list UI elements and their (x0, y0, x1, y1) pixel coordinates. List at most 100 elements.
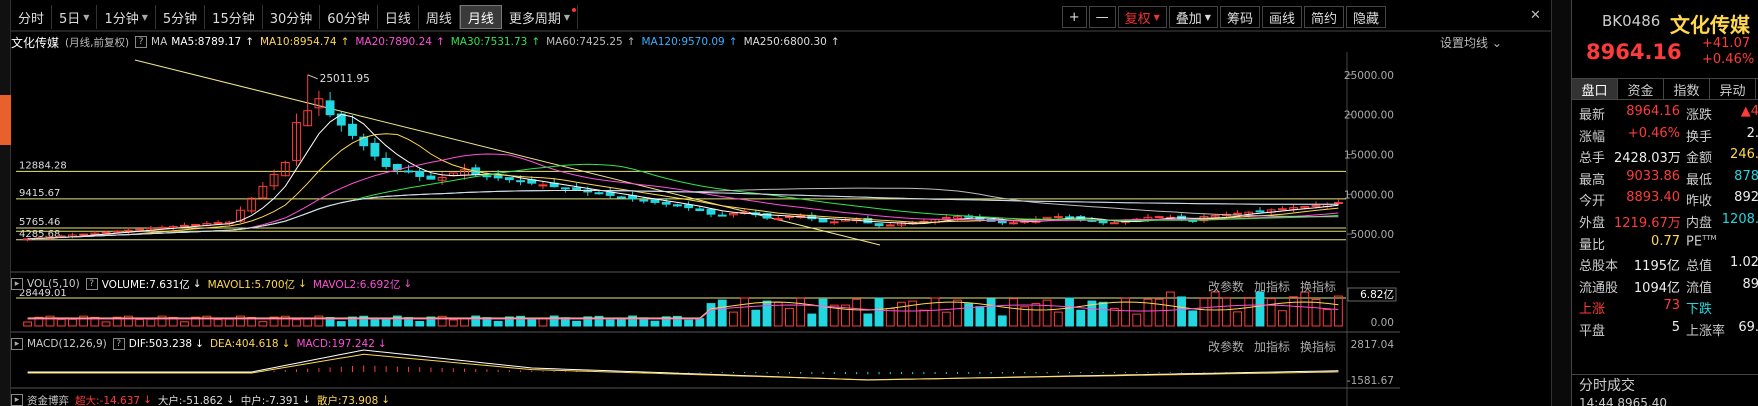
quote-label: 金额 (1686, 151, 1713, 167)
indicator-action[interactable]: 改参数 (1208, 338, 1244, 355)
quote-label: 总手 (1579, 151, 1606, 167)
trade-detail-line: 14:44 8965.40 (1579, 396, 1668, 406)
candle-up (1233, 212, 1242, 215)
candle-up (1109, 222, 1119, 225)
price-level-label: 12884.28 (19, 160, 67, 171)
volume-bar-down (986, 298, 996, 327)
quote-value: 1219.67万 (1614, 215, 1681, 231)
peak-pointer (307, 74, 318, 80)
quote-row: 上涨 73 下跌 (1572, 298, 1758, 320)
candle-down (560, 187, 570, 190)
quote-value: 2. (1746, 125, 1758, 141)
candle-down (684, 204, 694, 209)
macd-value: DIF:503.238 (128, 338, 193, 350)
candle-up (885, 224, 895, 227)
quote-label: 涨跌 (1686, 108, 1713, 123)
help-icon[interactable]: ? (112, 338, 125, 350)
volume-bar-up (1009, 298, 1018, 327)
quote-row: 最新 8964.16 涨跌 ▲4 (1572, 104, 1758, 126)
quote-label: 外盘 (1579, 215, 1606, 231)
help-icon[interactable]: ? (85, 278, 98, 290)
candle-down (493, 175, 503, 179)
quote-label: 最低 (1686, 172, 1713, 188)
candle-up (829, 221, 839, 224)
volume-bar-up (23, 321, 33, 327)
volume-bar-up (796, 297, 806, 327)
arrow-down-icon: ↓ (195, 338, 204, 350)
volume-bar-up (135, 319, 145, 327)
volume-bar-up (213, 319, 223, 327)
volume-collapse-icon[interactable]: ▸ (11, 278, 23, 290)
quote-value: 8964.16 (1626, 104, 1680, 119)
candle-up (1311, 204, 1321, 207)
macd-header: ▸ MACD(12,26,9)? DIF:503.238 ↓ DEA:404.618 ↓ M… (11, 336, 393, 352)
volume-bar-down (572, 320, 581, 327)
price-axis-label: 5000.00 (1351, 229, 1394, 241)
volume-bar-down (650, 320, 660, 327)
arrow-down-icon: ↓ (192, 278, 202, 290)
volume-bar-up (1233, 311, 1242, 327)
volume-bar-down (336, 321, 346, 327)
pe-superscript: TTM (1702, 233, 1717, 242)
candle-up (1277, 208, 1287, 211)
dea-line (27, 353, 1339, 381)
quote-label: 内盘 (1686, 215, 1713, 231)
arrow-down-icon: ↓ (143, 394, 152, 406)
volume-bar-up (180, 321, 189, 327)
candle-down (695, 208, 705, 212)
candle-up (180, 224, 189, 227)
volume-bar-up (1300, 291, 1310, 327)
candle-up (101, 231, 111, 234)
quote-label: 上涨 (1579, 302, 1606, 318)
quote-tab[interactable]: 资金 (1618, 79, 1664, 99)
volume-bar-down (751, 309, 761, 327)
indicator-action[interactable]: 加指标 (1254, 338, 1290, 355)
candle-down (594, 192, 604, 195)
change-percent: +0.46% (1702, 52, 1755, 67)
quote-tab[interactable]: 盘口 (1572, 79, 1618, 99)
candle-down (415, 170, 425, 177)
candle-down (325, 100, 335, 116)
quote-tab[interactable]: 指数 (1664, 79, 1710, 99)
volume-bar-down (807, 313, 817, 327)
quote-value (1718, 234, 1758, 256)
indicator-action[interactable]: 换指标 (1300, 338, 1336, 355)
arrow-down-icon: ↓ (403, 278, 413, 290)
macd-collapse-icon[interactable]: ▸ (11, 338, 23, 350)
arrow-down-icon: ↓ (377, 338, 387, 350)
quote-value: 2428.03万 (1614, 151, 1681, 167)
candle-down (482, 175, 492, 178)
candle-down (426, 175, 436, 180)
volume-value: VOLUME:7.631亿 (101, 278, 190, 291)
volume-bar-down (493, 320, 503, 327)
arrow-down-icon: ↓ (225, 394, 235, 406)
quote-value: +0.46% (1627, 125, 1680, 141)
quote-value: 89 (1742, 276, 1758, 292)
quote-row: 总股本 1195亿 总值 1.02 (1572, 255, 1758, 277)
trade-detail-title[interactable]: 分时成交 (1572, 374, 1758, 396)
funds-value: 散户:73.908 (316, 394, 379, 406)
volume-bar-up (224, 318, 234, 327)
quote-value: 73 (1663, 298, 1680, 314)
volume-bar-up (101, 321, 111, 327)
close-icon[interactable]: ✕ (1530, 8, 1541, 23)
quote-value: 1.02 (1730, 255, 1758, 271)
price-level-label: 5765.46 (19, 217, 60, 228)
quote-table: 最新 8964.16 涨跌 ▲4 涨幅 +0.46% 换手 2. 总手 2428.03万 金额 246… (1572, 104, 1758, 342)
candle-up (112, 230, 122, 233)
indicator-action[interactable]: 改参数 (1208, 278, 1244, 295)
quote-tab[interactable]: 异动 (1710, 79, 1756, 99)
quote-row: 今开 8893.40 昨收 892 (1572, 190, 1758, 212)
mavol1-line (27, 301, 1339, 319)
indicator-action[interactable]: 加指标 (1254, 278, 1290, 295)
candle-down (1065, 216, 1074, 219)
quote-label: 量比 (1579, 237, 1606, 253)
indicator-action[interactable]: 换指标 (1300, 278, 1336, 295)
price-axis-label: 10000.00 (1344, 189, 1394, 201)
volume-bar-up (1333, 295, 1343, 327)
volume-bar-up (953, 299, 962, 327)
funds-collapse-icon[interactable]: ▸ (11, 394, 23, 406)
panel-divider (1551, 0, 1571, 406)
volume-bar-up (1277, 310, 1287, 327)
volume-bar-up (1266, 298, 1276, 327)
